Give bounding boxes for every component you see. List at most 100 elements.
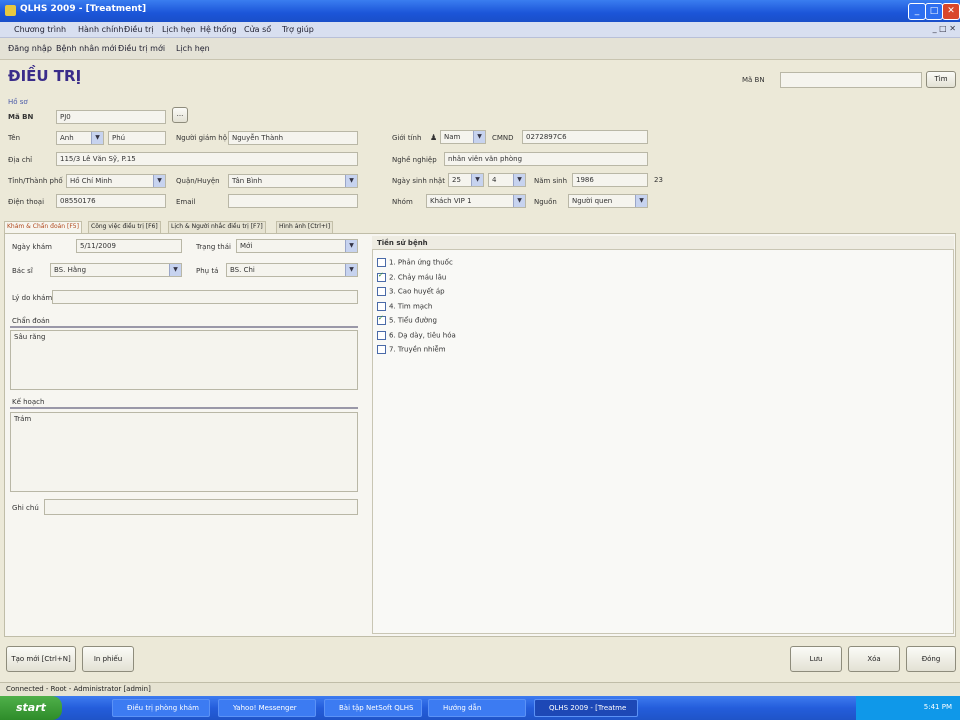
bac-si-select-value: BS. Hằng [54,266,87,274]
checkbox-icon[interactable] [377,271,386,282]
quan-select-value: Tân Bình [232,177,263,185]
tien-su-item-label: 7. Truyền nhiễm [389,345,446,354]
taskbar-item-3[interactable]: Bài tập NetSoft QLHS [324,699,422,717]
ghi-chu-input[interactable] [44,499,358,515]
tien-su-item[interactable]: 3. Cao huyết áp [377,287,445,296]
nghe-nghiep-label: Nghề nghiệp [392,156,437,164]
chan-doan-textarea[interactable]: Sâu răng [10,330,358,390]
nhom-select[interactable]: Khách VIP 1 ▼ [426,194,526,208]
nguon-label: Nguồn [534,198,557,206]
ngay-kham-label: Ngày khám [12,243,52,251]
section-ho-so: Hồ sơ [8,98,28,106]
nghe-nghiep-input[interactable]: nhân viên văn phòng [444,152,648,166]
ly-do-label: Lý do khám [12,294,53,302]
checkbox-icon[interactable] [377,345,386,354]
ten2-input[interactable]: Phú [108,131,166,145]
in-phieu-button[interactable]: In phiếu [82,646,134,672]
quan-label: Quận/Huyện [176,177,220,185]
menu-item-cua-so[interactable]: Cửa sổ [244,25,271,34]
ngay-sinh-month-value: 4 [492,176,497,184]
ngay-sinh-month-select[interactable]: 4 ▼ [488,173,526,187]
bac-si-select[interactable]: BS. Hằng ▼ [50,263,182,277]
tien-su-item-label: 1. Phản ứng thuốc [389,258,453,267]
gioi-tinh-select[interactable]: Nam ▼ [440,130,486,144]
menu-item-tro-giup[interactable]: Trợ giúp [282,25,314,34]
ngay-sinh-day-value: 25 [452,176,461,184]
menu-item-dieu-tri[interactable]: Điều trị [124,25,154,34]
ten-select-value: Anh [60,134,74,142]
phu-ta-label: Phụ tá [196,267,219,275]
tinh-select[interactable]: Hồ Chí Minh ▼ [66,174,166,188]
menu-item-he-thong[interactable]: Hệ thống [200,25,237,34]
toolbar-appointment-button[interactable]: Lịch hẹn [176,44,210,53]
checkbox-icon[interactable] [377,301,386,311]
taskbar-item-2[interactable]: Yahoo! Messenger [218,699,316,717]
tien-su-item[interactable]: 2. Chảy máu lâu [377,271,446,282]
search-button[interactable]: Tìm [926,71,956,88]
trang-thai-select[interactable]: Mới ▼ [236,239,358,253]
ngay-kham-input[interactable]: 5/11/2009 [76,239,182,253]
menu-item-lich-hen[interactable]: Lịch hẹn [162,25,196,34]
ma-bn-browse-button[interactable]: ... [172,107,188,123]
tien-su-item[interactable]: 7. Truyền nhiễm [377,345,446,354]
dong-button[interactable]: Đóng [906,646,956,672]
dia-chi-input[interactable]: 115/3 Lê Văn Sỹ, P.15 [56,152,358,166]
nguon-select[interactable]: Người quen ▼ [568,194,648,208]
tien-su-item[interactable]: 6. Dạ dày, tiêu hóa [377,330,456,340]
checkbox-icon[interactable] [377,258,386,267]
ly-do-input[interactable] [52,290,358,304]
menu-item-hanh-chinh[interactable]: Hành chính [78,25,123,34]
chevron-down-icon: ▼ [345,175,357,187]
tien-su-item[interactable]: 1. Phản ứng thuốc [377,258,453,267]
quan-select[interactable]: Tân Bình ▼ [228,174,358,188]
taskbar: start Điều trị phòng khám Yahoo! Messeng… [0,696,960,720]
search-input[interactable] [780,72,922,88]
gioi-tinh-label: Giới tính [392,134,422,142]
taskbar-item-4[interactable]: Hướng dẫn [428,699,526,717]
tien-su-item[interactable]: 5. Tiểu đường [377,314,437,325]
window-titlebar[interactable]: QLHS 2009 - [Treatment] _ □ ✕ [0,0,960,22]
tien-su-item-label: 4. Tim mạch [389,302,433,310]
cmnd-input[interactable]: 0272897C6 [522,130,648,144]
tinh-label: Tỉnh/Thành phố [8,177,63,185]
toolbar-new-patient-button[interactable]: Bệnh nhân mới [56,44,117,53]
ke-hoach-textarea[interactable]: Trám [10,412,358,492]
chevron-down-icon: ▼ [635,195,647,207]
email-label: Email [176,198,196,206]
toolbar-new-treatment-button[interactable]: Điều trị mới [118,44,165,53]
nguon-select-value: Người quen [572,197,613,205]
ngay-sinh-day-select[interactable]: 25 ▼ [448,173,484,187]
menu-item-chuong-trinh[interactable]: Chương trình [14,25,66,34]
tinh-select-value: Hồ Chí Minh [70,177,113,185]
toolbar-login-button[interactable]: Đăng nhập [8,44,52,53]
nam-sinh-input[interactable]: 1986 [572,173,648,187]
ten-select[interactable]: Anh ▼ [56,131,104,145]
tien-su-item[interactable]: 4. Tim mạch [377,301,433,311]
taskbar-item-1[interactable]: Điều trị phòng khám [112,699,210,717]
age-value: 23 [654,176,663,184]
mdi-window-controls-icon[interactable]: _ □ ✕ [933,24,956,33]
checkbox-icon[interactable] [377,287,386,296]
ma-bn-input[interactable]: PJ0 [56,110,166,124]
phu-ta-select-value: BS. Chi [230,266,255,274]
dien-thoai-input[interactable]: 08550176 [56,194,166,208]
checkbox-icon[interactable] [377,314,386,325]
phu-ta-select[interactable]: BS. Chi ▼ [226,263,358,277]
maximize-icon[interactable]: □ [925,3,943,20]
ke-hoach-label: Kế hoạch [12,398,45,406]
checkbox-icon[interactable] [377,330,386,340]
dia-chi-label: Địa chỉ [8,156,33,164]
xoa-button[interactable]: Xóa [848,646,900,672]
tien-su-title: Tiền sử bệnh [377,239,428,247]
ten-label: Tên [8,134,21,142]
nguoi-giam-ho-input[interactable]: Nguyễn Thành [228,131,358,145]
taskbar-item-5[interactable]: QLHS 2009 - [Treatme [534,699,638,717]
minimize-icon[interactable]: _ [908,3,926,20]
chevron-down-icon: ▼ [345,264,357,276]
tao-moi-button[interactable]: Tạo mới [Ctrl+N] [6,646,76,672]
start-button[interactable]: start [0,696,62,720]
status-bar: Connected - Root - Administrator [admin] [0,682,960,696]
luu-button[interactable]: Lưu [790,646,842,672]
email-input[interactable] [228,194,358,208]
close-icon[interactable]: ✕ [942,3,960,20]
